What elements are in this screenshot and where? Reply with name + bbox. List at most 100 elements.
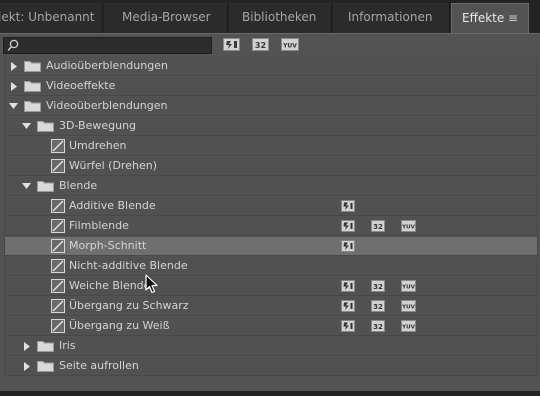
yuv-label: YUV bbox=[401, 225, 415, 231]
tab-label: Effekte bbox=[462, 11, 505, 25]
yuv-effect-badge-icon: YUV bbox=[401, 320, 416, 332]
tab-effects[interactable]: Effekte ≡ bbox=[451, 3, 529, 33]
32-label: 32 bbox=[373, 323, 383, 331]
yuv-effect-badge-icon: YUV bbox=[401, 280, 416, 292]
folder-icon bbox=[37, 121, 54, 132]
32bit-effects-filter-icon[interactable]: 32 bbox=[252, 38, 269, 51]
transition-effect-icon bbox=[51, 259, 65, 273]
yuv-effects-filter-icon[interactable]: YUV bbox=[281, 38, 299, 51]
hamburger-menu-icon[interactable]: ≡ bbox=[508, 4, 518, 32]
tab-label: jekt: Unbenannt bbox=[0, 10, 95, 24]
disclosure-triangle-collapsed-icon[interactable] bbox=[23, 342, 31, 351]
effect-row-nicht-additive-blende[interactable]: Nicht-additive Blende bbox=[4, 257, 538, 276]
transition-effect-icon bbox=[51, 299, 65, 313]
disclosure-triangle-collapsed-icon[interactable] bbox=[10, 82, 18, 91]
disclosure-triangle-expanded-icon[interactable] bbox=[9, 102, 18, 110]
folder-row-3d-bewegung[interactable]: 3D-Bewegung bbox=[4, 117, 538, 136]
folder-row-seite-aufrollen[interactable]: Seite aufrollen bbox=[4, 357, 538, 376]
transition-effect-icon bbox=[51, 319, 65, 333]
disclosure-triangle-collapsed-icon[interactable] bbox=[10, 62, 18, 71]
folder-row-videoeffekte[interactable]: Videoeffekte bbox=[4, 77, 538, 96]
folder-icon bbox=[24, 61, 41, 72]
disclosure-triangle-expanded-icon[interactable] bbox=[22, 122, 31, 130]
effect-label: Additive Blende bbox=[69, 199, 156, 212]
folder-label: Audioüberblendungen bbox=[46, 59, 168, 72]
effect-label: Würfel (Drehen) bbox=[69, 159, 157, 172]
folder-row-videoueberblendungen[interactable]: Videoüberblendungen bbox=[4, 97, 538, 116]
disclosure-triangle-expanded-icon[interactable] bbox=[22, 182, 31, 190]
folder-label: Videoeffekte bbox=[46, 79, 116, 92]
folder-label: Blende bbox=[59, 179, 98, 192]
effect-row-uebergang-zu-weiss[interactable]: Übergang zu Weiß 32 YUV bbox=[4, 317, 538, 336]
effect-row-morph-schnitt[interactable]: Morph-Schnitt bbox=[4, 237, 538, 256]
effect-label: Morph-Schnitt bbox=[69, 239, 147, 252]
effect-row-weiche-blende[interactable]: Weiche Blende 32 YUV bbox=[4, 277, 538, 296]
32bit-effect-badge-icon: 32 bbox=[371, 220, 385, 232]
effect-label: Nicht-additive Blende bbox=[69, 259, 188, 272]
folder-row-blende[interactable]: Blende bbox=[4, 177, 538, 196]
disclosure-triangle-collapsed-icon[interactable] bbox=[23, 362, 31, 371]
panel-tab-bar: jekt: Unbenannt Media-Browser Bibliothek… bbox=[0, 0, 540, 33]
transition-effect-icon bbox=[51, 219, 65, 233]
folder-row-iris[interactable]: Iris bbox=[4, 337, 538, 356]
effects-panel: 32 YUV Audioüberblendungen Videoeffekte Vi… bbox=[0, 33, 540, 391]
transition-effect-icon bbox=[51, 239, 65, 253]
yuv-label: YUV bbox=[401, 305, 415, 311]
accelerated-effect-badge-icon bbox=[341, 220, 355, 232]
effect-label: Übergang zu Weiß bbox=[69, 319, 170, 332]
effect-label: Weiche Blende bbox=[69, 279, 151, 292]
tab-label: Bibliotheken bbox=[242, 10, 317, 24]
folder-label: Iris bbox=[59, 339, 76, 352]
32bit-effect-badge-icon: 32 bbox=[371, 280, 385, 292]
32-label: 32 bbox=[373, 223, 383, 231]
32bit-effect-badge-icon: 32 bbox=[371, 320, 385, 332]
folder-row-audioueberblendungen[interactable]: Audioüberblendungen bbox=[4, 57, 538, 76]
yuv-effect-badge-icon: YUV bbox=[401, 220, 416, 232]
folder-icon bbox=[37, 181, 54, 192]
effect-row-uebergang-zu-schwarz[interactable]: Übergang zu Schwarz 32 YUV bbox=[4, 297, 538, 316]
effect-label: Umdrehen bbox=[69, 139, 127, 152]
effect-label: Übergang zu Schwarz bbox=[69, 299, 189, 312]
tab-label: Media-Browser bbox=[122, 10, 211, 24]
32-label: 32 bbox=[373, 283, 383, 291]
tab-label: Informationen bbox=[348, 10, 433, 24]
yuv-effect-badge-icon: YUV bbox=[401, 300, 416, 312]
folder-icon bbox=[37, 341, 54, 352]
accelerated-effect-badge-icon bbox=[341, 240, 355, 252]
effect-row-umdrehen[interactable]: Umdrehen bbox=[4, 137, 538, 156]
transition-effect-icon bbox=[51, 199, 65, 213]
folder-label: Videoüberblendungen bbox=[46, 99, 168, 112]
mouse-pointer-icon bbox=[145, 274, 158, 294]
32-label: 32 bbox=[255, 41, 266, 50]
folder-icon bbox=[37, 361, 54, 372]
search-icon bbox=[7, 39, 19, 51]
yuv-label: YUV bbox=[282, 43, 297, 50]
effect-row-filmblende[interactable]: Filmblende 32 YUV bbox=[4, 217, 538, 236]
accelerated-effect-badge-icon bbox=[341, 320, 355, 332]
accelerated-effect-badge-icon bbox=[341, 200, 355, 212]
effects-toolbar: 32 YUV bbox=[0, 34, 540, 56]
tab-info[interactable]: Informationen bbox=[333, 3, 450, 33]
tab-project[interactable]: jekt: Unbenannt bbox=[0, 3, 103, 33]
effect-label: Filmblende bbox=[69, 219, 129, 232]
accelerated-effect-badge-icon bbox=[341, 280, 355, 292]
folder-icon bbox=[24, 101, 41, 112]
yuv-label: YUV bbox=[401, 325, 415, 331]
search-field[interactable] bbox=[3, 37, 212, 54]
effects-tree: Audioüberblendungen Videoeffekte Videoüber… bbox=[4, 56, 538, 391]
tab-libraries[interactable]: Bibliotheken bbox=[229, 3, 332, 33]
accelerated-effect-badge-icon bbox=[341, 300, 355, 312]
folder-label: Seite aufrollen bbox=[59, 359, 139, 372]
effect-row-additive-blende[interactable]: Additive Blende bbox=[4, 197, 538, 216]
transition-effect-icon bbox=[51, 279, 65, 293]
transition-effect-icon bbox=[51, 139, 65, 153]
32bit-effect-badge-icon: 32 bbox=[371, 300, 385, 312]
accelerated-effects-filter-icon[interactable] bbox=[223, 38, 240, 51]
effect-row-wuerfel-drehen[interactable]: Würfel (Drehen) bbox=[4, 157, 538, 176]
transition-effect-icon bbox=[51, 159, 65, 173]
yuv-label: YUV bbox=[401, 285, 415, 291]
folder-icon bbox=[24, 81, 41, 92]
32-label: 32 bbox=[373, 303, 383, 311]
tab-media-browser[interactable]: Media-Browser bbox=[104, 3, 228, 33]
folder-label: 3D-Bewegung bbox=[59, 119, 137, 132]
